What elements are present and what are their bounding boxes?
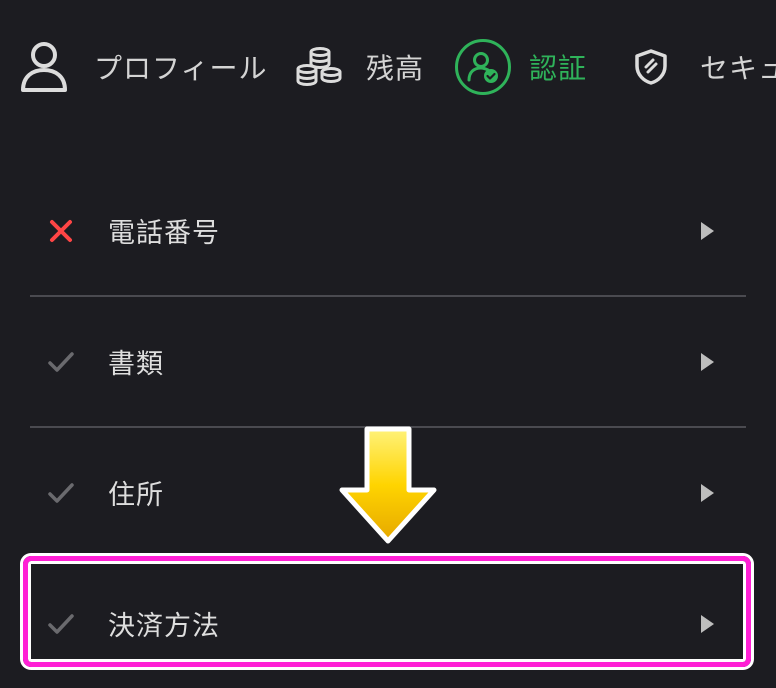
shield-icon <box>632 48 670 86</box>
tab-security[interactable]: セキュ <box>632 36 776 98</box>
chevron-right-icon <box>701 221 714 240</box>
chevron-right-icon <box>701 614 714 633</box>
verification-item-documents[interactable]: 書類 <box>30 295 746 426</box>
verification-item-payment-method[interactable]: 決済方法 <box>30 557 746 688</box>
coins-icon <box>296 47 342 87</box>
verification-list: 電話番号 書類 住所 決済方法 <box>30 166 746 688</box>
check-icon <box>45 346 77 378</box>
verified-user-icon <box>455 39 511 95</box>
tab-profile[interactable]: プロフィール <box>18 36 267 98</box>
verification-item-label: 住所 <box>108 480 164 511</box>
tab-label: 認証 <box>529 52 588 85</box>
account-tab-bar: プロフィール 残高 認証 セキュ <box>0 0 776 136</box>
user-icon <box>18 40 70 94</box>
tab-label: 残高 <box>366 52 425 85</box>
verification-item-label: 書類 <box>108 349 164 380</box>
verification-item-address[interactable]: 住所 <box>30 426 746 557</box>
tab-verification[interactable]: 認証 <box>455 36 587 98</box>
chevron-right-icon <box>701 352 714 371</box>
verification-item-label: 電話番号 <box>108 218 220 249</box>
chevron-right-icon <box>701 483 714 502</box>
tab-label: プロフィール <box>94 52 268 85</box>
verification-item-label: 決済方法 <box>108 611 220 642</box>
check-icon <box>45 608 77 640</box>
x-icon <box>45 215 77 247</box>
tab-balance[interactable]: 残高 <box>296 36 424 98</box>
verification-item-phone[interactable]: 電話番号 <box>30 166 746 295</box>
tab-label: セキュ <box>700 52 776 85</box>
check-icon <box>45 477 77 509</box>
